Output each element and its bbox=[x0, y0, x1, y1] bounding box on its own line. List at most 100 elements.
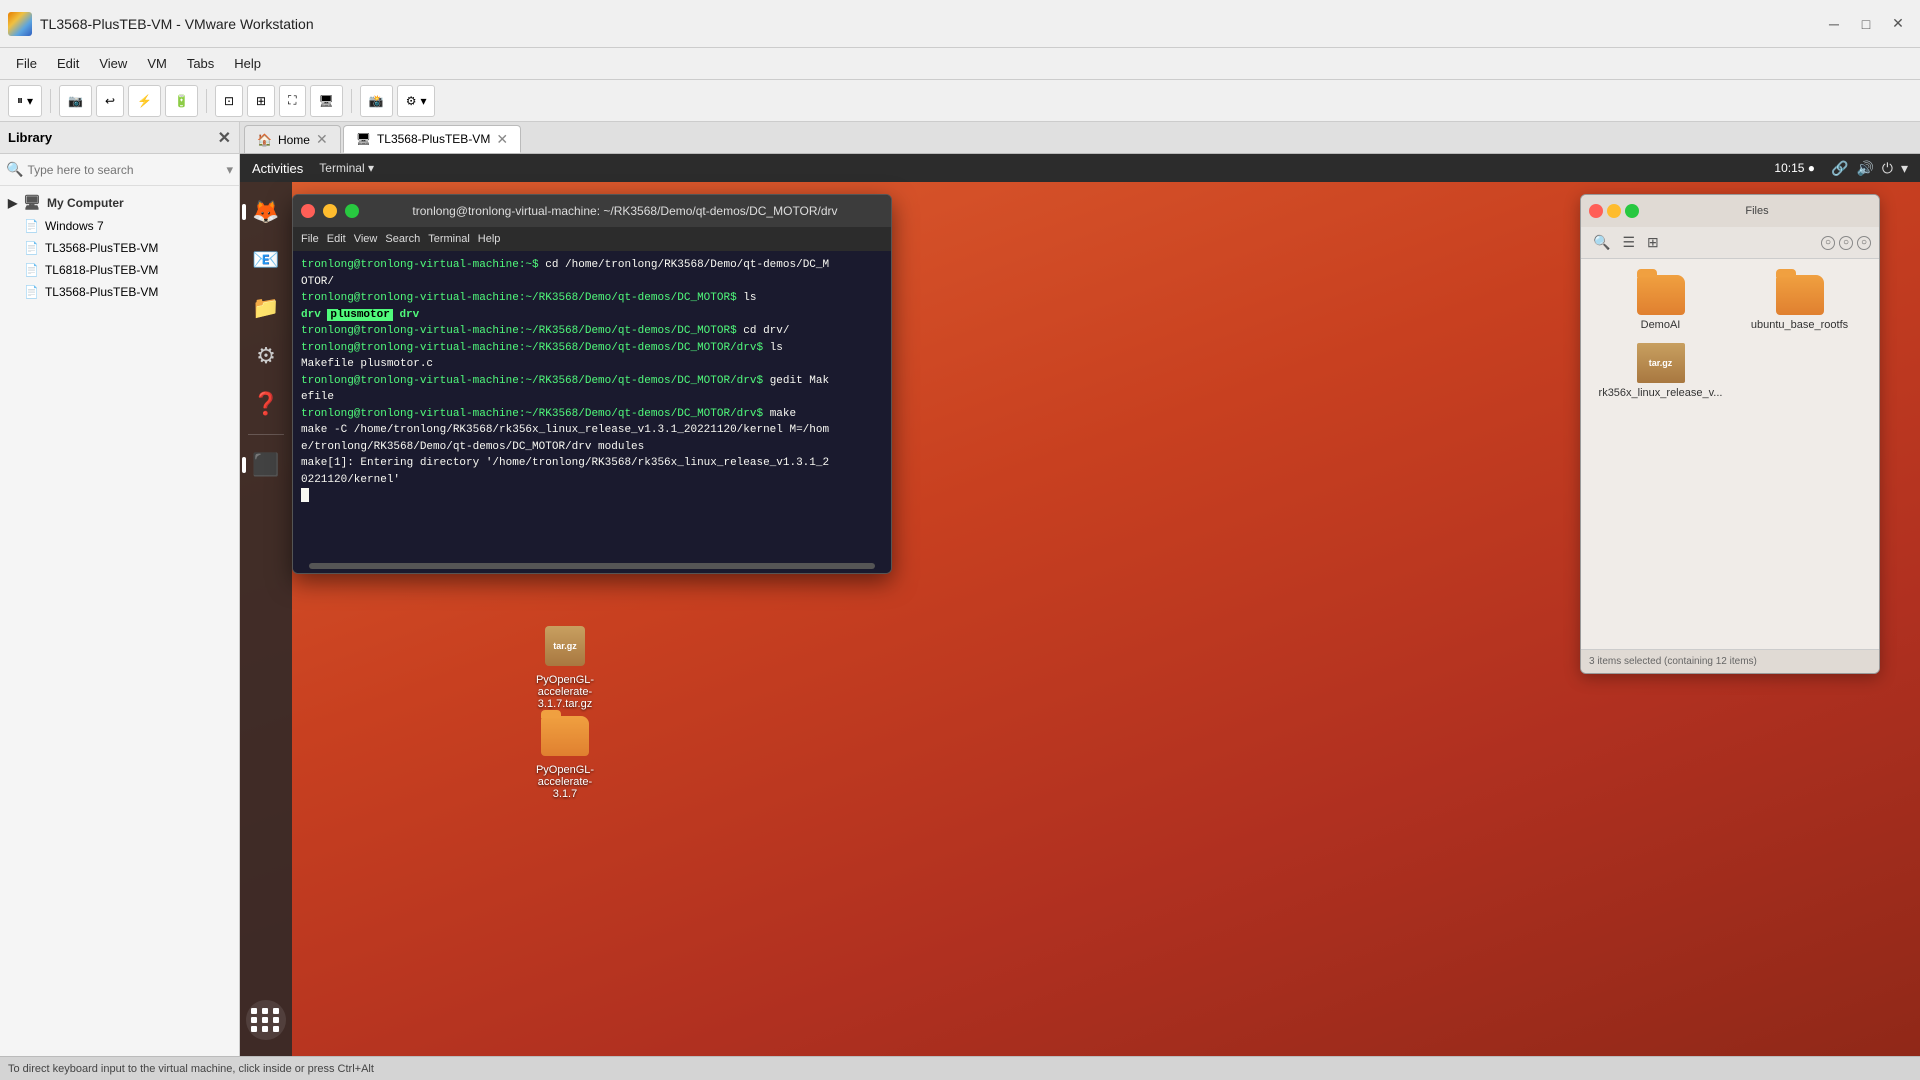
computer-icon: 🖥 bbox=[23, 194, 41, 211]
minimize-button[interactable]: ─ bbox=[1820, 10, 1848, 38]
menu-edit[interactable]: Edit bbox=[49, 52, 87, 75]
split-view-button[interactable]: ⊞ bbox=[247, 85, 275, 117]
screenshot-button[interactable]: 📷 bbox=[59, 85, 92, 117]
fm-statusbar: 3 items selected (containing 12 items) bbox=[1581, 649, 1879, 673]
term-line-14: 0221120/kernel' bbox=[301, 472, 883, 489]
terminal-max-button[interactable] bbox=[345, 204, 359, 218]
fit-window-button[interactable]: ⊡ bbox=[215, 85, 243, 117]
menu-tabs[interactable]: Tabs bbox=[179, 52, 222, 75]
terminal-window[interactable]: tronlong@tronlong-virtual-machine: ~/RK3… bbox=[292, 194, 892, 574]
tab-vm-close[interactable]: ✕ bbox=[496, 131, 508, 148]
dock-thunderbird[interactable]: 📧 bbox=[246, 240, 286, 280]
filemanager-window[interactable]: Files 🔍 ☰ ⊞ ○ ○ ○ bbox=[1580, 194, 1880, 674]
term-line-2: OTOR/ bbox=[301, 274, 883, 291]
fm-window-title: Files bbox=[1643, 205, 1871, 217]
fm-max-button[interactable] bbox=[1625, 204, 1639, 218]
status-text: To direct keyboard input to the virtual … bbox=[8, 1063, 374, 1075]
sidebar-item-windows7[interactable]: 📄 Windows 7 bbox=[0, 215, 239, 237]
vm-icon: 📄 bbox=[24, 241, 39, 255]
term-line-12: e/tronlong/RK3568/Demo/qt-demos/DC_MOTOR… bbox=[301, 439, 883, 456]
menu-view[interactable]: View bbox=[91, 52, 135, 75]
sidebar-search-bar: 🔍 ▾ bbox=[0, 154, 239, 186]
terminal-close-button[interactable] bbox=[301, 204, 315, 218]
term-line-4: drv plusmotor drv bbox=[301, 307, 883, 324]
fit-icon: ⊡ bbox=[224, 94, 234, 108]
tl3568-1-label: TL3568-PlusTEB-VM bbox=[45, 241, 158, 255]
activities-button[interactable]: Activities bbox=[252, 161, 303, 176]
vm-icon: 📄 bbox=[24, 285, 39, 299]
vm-icon: 📄 bbox=[24, 263, 39, 277]
tab-vm[interactable]: 🖥 TL3568-PlusTEB-VM ✕ bbox=[343, 125, 521, 153]
fullscreen-icon: ⛶ bbox=[288, 93, 296, 108]
sidebar-item-tl3568-2[interactable]: 📄 TL3568-PlusTEB-VM bbox=[0, 281, 239, 303]
sidebar-close-button[interactable]: ✕ bbox=[218, 128, 231, 148]
sidebar-header: Library ✕ bbox=[0, 122, 239, 154]
view-button[interactable]: 🖥 bbox=[310, 85, 343, 117]
desktop-icon-tarball[interactable]: tar.gz PyOpenGL-accelerate-3.1.7.tar.gz bbox=[520, 614, 610, 718]
settings-icon: ⚙ bbox=[406, 94, 417, 108]
term-menu-view[interactable]: View bbox=[354, 233, 378, 245]
fm-circle-btn-1[interactable]: ○ bbox=[1821, 236, 1835, 250]
vm-content[interactable]: Activities Terminal ▾ 10:15 ● 🔗 🔊 ⏻ ▾ 🦊 bbox=[240, 154, 1920, 1056]
search-input[interactable] bbox=[27, 163, 222, 177]
close-button[interactable]: ✕ bbox=[1884, 10, 1912, 38]
search-dropdown-icon[interactable]: ▾ bbox=[226, 162, 233, 178]
terminal-scrollbar[interactable] bbox=[309, 563, 875, 569]
fm-circle-btn-3[interactable]: ○ bbox=[1857, 236, 1871, 250]
fm-list-view-button[interactable]: ☰ bbox=[1618, 232, 1639, 253]
fm-status-text: 3 items selected (containing 12 items) bbox=[1589, 656, 1757, 667]
fm-circle-btn-2[interactable]: ○ bbox=[1839, 236, 1853, 250]
fullscreen-button[interactable]: ⛶ bbox=[279, 85, 305, 117]
fm-search-button[interactable]: 🔍 bbox=[1589, 232, 1614, 253]
battery-button[interactable]: 🔋 bbox=[165, 85, 198, 117]
term-menu-terminal[interactable]: Terminal bbox=[428, 233, 470, 245]
menu-vm[interactable]: VM bbox=[139, 52, 175, 75]
pause-resume-button[interactable]: ⏸ ▾ bbox=[8, 85, 42, 117]
tab-home-close[interactable]: ✕ bbox=[316, 131, 328, 148]
term-line-3: tronlong@tronlong-virtual-machine:~/RK35… bbox=[301, 290, 883, 307]
systray: 🔗 🔊 ⏻ ▾ bbox=[1831, 160, 1908, 177]
power-button[interactable]: ⚡ bbox=[128, 85, 161, 117]
dock-settings[interactable]: ⚙ bbox=[246, 336, 286, 376]
battery-icon: 🔋 bbox=[174, 94, 189, 108]
terminal-menu-button[interactable]: Terminal ▾ bbox=[319, 161, 374, 175]
terminal-menubar: File Edit View Search Terminal Help bbox=[293, 227, 891, 251]
terminal-body[interactable]: tronlong@tronlong-virtual-machine:~$ cd … bbox=[293, 251, 891, 573]
sidebar-item-tl3568-1[interactable]: 📄 TL3568-PlusTEB-VM bbox=[0, 237, 239, 259]
dock-help[interactable]: ❓ bbox=[246, 384, 286, 424]
snap-button[interactable]: 📸 bbox=[360, 85, 393, 117]
dock-terminal[interactable]: ⬛ bbox=[246, 445, 286, 485]
help-icon: ❓ bbox=[252, 391, 279, 417]
snapshot-button[interactable]: ↩ bbox=[96, 85, 124, 117]
settings-button[interactable]: ⚙ ▾ bbox=[397, 85, 436, 117]
restore-button[interactable]: □ bbox=[1852, 10, 1880, 38]
vmware-logo-icon bbox=[8, 12, 32, 36]
sidebar-item-tl6818[interactable]: 📄 TL6818-PlusTEB-VM bbox=[0, 259, 239, 281]
term-menu-search[interactable]: Search bbox=[385, 233, 420, 245]
fm-item-ubuntu[interactable]: ubuntu_base_rootfs bbox=[1736, 275, 1863, 331]
menu-file[interactable]: File bbox=[8, 52, 45, 75]
ubuntu-desktop[interactable]: Activities Terminal ▾ 10:15 ● 🔗 🔊 ⏻ ▾ 🦊 bbox=[240, 154, 1920, 1056]
fm-close-button[interactable] bbox=[1589, 204, 1603, 218]
term-menu-file[interactable]: File bbox=[301, 233, 319, 245]
term-menu-help[interactable]: Help bbox=[478, 233, 501, 245]
terminal-min-button[interactable] bbox=[323, 204, 337, 218]
sidebar-item-my-computer[interactable]: ▶ 🖥 My Computer bbox=[0, 190, 239, 215]
fm-item-rk356x[interactable]: tar.gz rk356x_linux_release_v... bbox=[1597, 343, 1724, 399]
power-icon: ⚡ bbox=[137, 94, 152, 108]
fm-item-demoai[interactable]: DemoAI bbox=[1597, 275, 1724, 331]
desktop-icon-folder[interactable]: PyOpenGL-accelerate-3.1.7 bbox=[520, 704, 610, 808]
search-icon: 🔍 bbox=[6, 161, 23, 178]
folder-desktop-icon bbox=[541, 712, 589, 760]
volume-icon: 🔊 bbox=[1856, 160, 1873, 177]
tab-home[interactable]: 🏠 Home ✕ bbox=[244, 125, 341, 153]
app-title: TL3568-PlusTEB-VM - VMware Workstation bbox=[40, 16, 1820, 32]
menu-help[interactable]: Help bbox=[226, 52, 269, 75]
fm-min-button[interactable] bbox=[1607, 204, 1621, 218]
term-menu-edit[interactable]: Edit bbox=[327, 233, 346, 245]
dock-firefox[interactable]: 🦊 bbox=[246, 192, 286, 232]
dock-all-apps[interactable] bbox=[246, 1000, 286, 1040]
fm-grid-view-button[interactable]: ⊞ bbox=[1643, 232, 1663, 253]
dock-files[interactable]: 📁 bbox=[246, 288, 286, 328]
tab-bar: 🏠 Home ✕ 🖥 TL3568-PlusTEB-VM ✕ bbox=[240, 122, 1920, 154]
